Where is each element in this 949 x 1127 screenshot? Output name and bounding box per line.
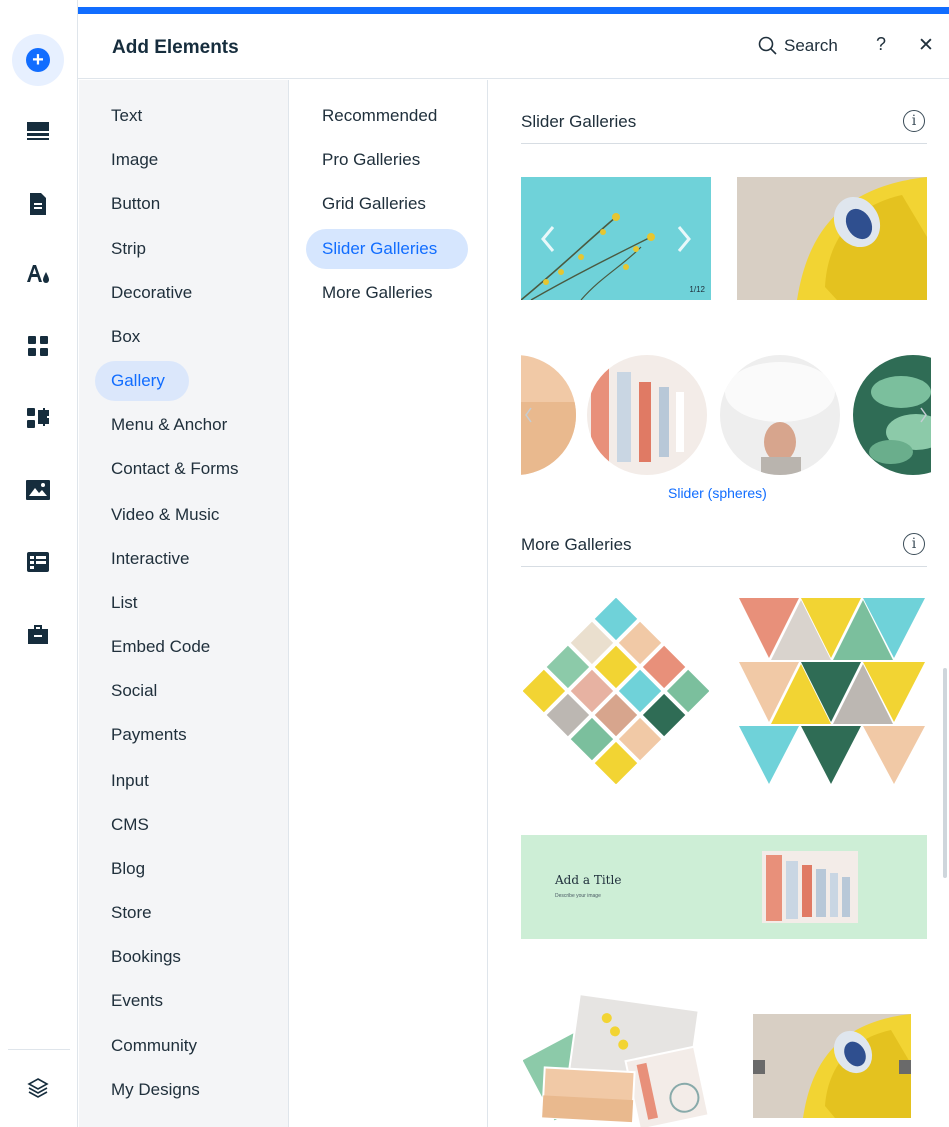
triangle-gallery-thumb[interactable] <box>739 598 925 784</box>
category-item[interactable]: List <box>111 593 137 613</box>
spheres-caption: Slider (spheres) <box>668 485 767 501</box>
category-item[interactable]: CMS <box>111 815 149 835</box>
search-button[interactable]: Search <box>758 36 838 56</box>
category-item[interactable]: Input <box>111 771 149 791</box>
theme-button[interactable] <box>12 248 64 300</box>
subcategory-item[interactable]: More Galleries <box>322 283 433 303</box>
left-toolbar: + <box>0 0 78 1127</box>
banner-subtitle: Describe your image <box>555 893 601 899</box>
pages-button[interactable] <box>12 178 64 230</box>
add-icon: + <box>26 48 50 72</box>
category-item[interactable]: Video & Music <box>111 505 219 525</box>
category-item[interactable]: Bookings <box>111 947 181 967</box>
more-info-icon[interactable]: i <box>903 533 925 555</box>
sections-button[interactable] <box>12 105 64 157</box>
slider-gallery-thumb-1[interactable]: 1/12 <box>521 177 711 300</box>
layers-icon <box>27 1078 49 1098</box>
category-list: Text Image Button Strip Decorative Box Gallery… <box>79 80 289 1127</box>
category-item[interactable]: Community <box>111 1036 197 1056</box>
category-item[interactable]: Contact & Forms <box>111 459 239 479</box>
category-item[interactable]: Interactive <box>111 549 189 569</box>
portfolio-icon <box>28 625 48 644</box>
section-divider <box>521 143 927 144</box>
gallery-content: Slider Galleries i 1/12 Slider (spheres)… <box>489 80 949 1127</box>
pages-icon <box>30 193 46 215</box>
category-item[interactable]: Gallery <box>111 371 165 391</box>
panel-header: Add Elements Search ? ✕ <box>78 14 949 79</box>
theme-icon <box>27 265 49 283</box>
diamond-mosaic-image <box>523 598 709 784</box>
rail-divider <box>8 1049 70 1050</box>
portfolio-button[interactable] <box>12 608 64 660</box>
slider-info-icon[interactable]: i <box>903 110 925 132</box>
category-item[interactable]: My Designs <box>111 1080 200 1100</box>
category-item[interactable]: Social <box>111 681 157 701</box>
help-button[interactable]: ? <box>876 34 886 55</box>
section-divider <box>521 566 927 567</box>
flowers-image <box>521 177 711 300</box>
category-item[interactable]: Text <box>111 106 142 126</box>
cms-button[interactable] <box>12 536 64 588</box>
subcategory-list: Recommended Pro Galleries Grid Galleries Sl… <box>290 80 488 1127</box>
slider-gallery-thumb-2[interactable] <box>737 177 927 300</box>
search-icon <box>758 36 777 55</box>
media-button[interactable] <box>12 464 64 516</box>
triangle-mosaic-image <box>739 598 925 784</box>
business-apps-button[interactable] <box>12 392 64 444</box>
slider-spheres-thumb[interactable] <box>521 352 931 478</box>
category-item[interactable]: Embed Code <box>111 637 210 657</box>
business-apps-icon <box>27 408 49 428</box>
slider-galleries-title: Slider Galleries <box>521 112 637 131</box>
category-item[interactable]: Menu & Anchor <box>111 415 227 435</box>
banner-title: Add a Title <box>555 873 622 887</box>
slideshow-gallery-thumb[interactable] <box>753 1014 911 1118</box>
category-item[interactable]: Strip <box>111 239 146 259</box>
search-label: Search <box>784 36 838 55</box>
category-item[interactable]: Box <box>111 327 140 347</box>
panel-title: Add Elements <box>112 37 239 58</box>
apps-icon <box>28 336 48 356</box>
top-accent-bar <box>78 7 949 14</box>
collage-gallery-thumb[interactable] <box>523 992 709 1127</box>
category-item[interactable]: Blog <box>111 859 145 879</box>
content-scrollbar[interactable] <box>943 668 947 878</box>
category-item[interactable]: Store <box>111 903 152 923</box>
media-icon <box>26 480 50 500</box>
spheres-image <box>521 355 931 475</box>
banner-gallery-thumb[interactable]: Add a Title Describe your image <box>521 835 927 939</box>
add-elements-button[interactable]: + <box>12 34 64 86</box>
subcategory-item[interactable]: Pro Galleries <box>322 150 420 170</box>
building-image <box>762 851 858 923</box>
cms-icon <box>27 552 49 572</box>
collage-image <box>523 992 709 1127</box>
sofa-slideshow-image <box>753 1014 911 1118</box>
sections-icon <box>27 122 49 140</box>
layers-button[interactable] <box>12 1062 64 1114</box>
subcategory-item[interactable]: Recommended <box>322 106 437 126</box>
category-item[interactable]: Decorative <box>111 283 192 303</box>
yellow-sofa-image <box>737 177 927 300</box>
diamond-gallery-thumb[interactable] <box>523 598 709 784</box>
category-item[interactable]: Events <box>111 991 163 1011</box>
more-galleries-title: More Galleries <box>521 535 632 554</box>
category-item[interactable]: Button <box>111 194 160 214</box>
close-button[interactable]: ✕ <box>918 34 934 57</box>
subcategory-item[interactable]: Grid Galleries <box>322 194 426 214</box>
subcategory-item[interactable]: Slider Galleries <box>322 239 437 259</box>
slider-counter: 1/12 <box>689 285 705 294</box>
category-item[interactable]: Payments <box>111 725 187 745</box>
apps-button[interactable] <box>12 320 64 372</box>
category-item[interactable]: Image <box>111 150 158 170</box>
